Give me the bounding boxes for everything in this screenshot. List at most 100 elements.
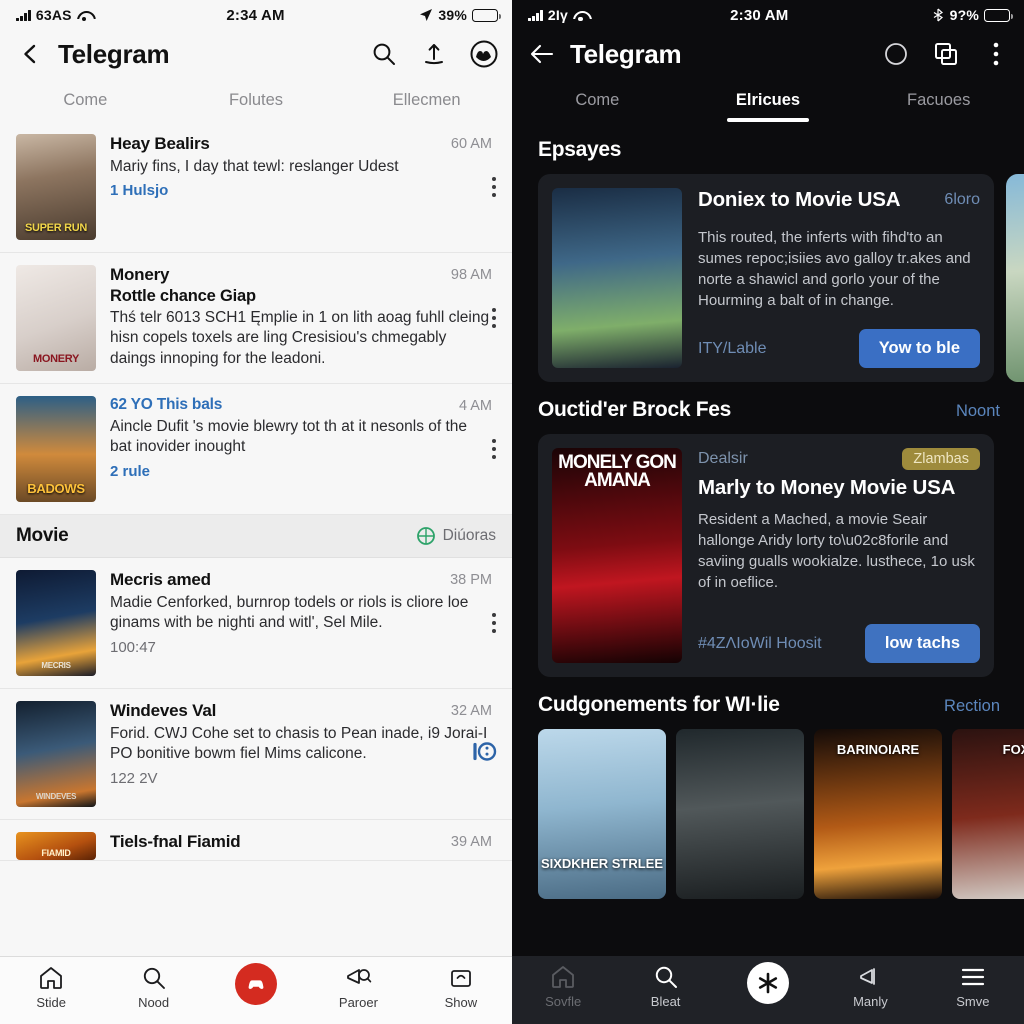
more-options-icon[interactable] bbox=[492, 308, 496, 328]
card-action-button[interactable]: Yow to ble bbox=[858, 329, 980, 368]
megaphone-icon bbox=[860, 968, 875, 985]
right-bottom-nav: Sovfle Bleat Manly Smve bbox=[512, 956, 1024, 1024]
nav-item-sovfle[interactable]: Sovfle bbox=[512, 964, 614, 1009]
card-tag[interactable]: #4ZΛIoWil Hoosit bbox=[698, 635, 822, 653]
section-title: Ouctid'er Brock Fes bbox=[538, 398, 732, 421]
circle-icon[interactable] bbox=[882, 40, 910, 68]
poster-title-text: FOX bbox=[1002, 742, 1024, 757]
section-title: Movie bbox=[16, 525, 69, 546]
card-meta-right: 6loro bbox=[944, 191, 980, 209]
left-content-list[interactable]: SUPER RUN Heay Bealirs 60 AM Mariy fins,… bbox=[0, 122, 512, 956]
poster-title-text: WINDEVES bbox=[35, 792, 77, 801]
tab-ellecmen[interactable]: Ellecmen bbox=[341, 78, 512, 122]
carrier-label: 63AS bbox=[35, 7, 72, 23]
left-bottom-nav: Stide Nood Paroer Show bbox=[0, 956, 512, 1024]
item-title: Mecris amed bbox=[110, 570, 211, 589]
battery-percent: 9?% bbox=[949, 7, 979, 23]
item-timestamp: 98 AM bbox=[450, 267, 492, 283]
poster-title-text: BADOWS bbox=[27, 481, 85, 496]
card-title: Doniex to Movie USA bbox=[698, 188, 901, 211]
status-time: 2:34 AM bbox=[226, 6, 285, 24]
list-item[interactable]: MECRIS Mecris amed 38 PM Madie Cenforked… bbox=[0, 558, 512, 689]
arrow-left-icon[interactable] bbox=[528, 40, 556, 68]
card-action-button[interactable]: low tachs bbox=[864, 624, 980, 663]
chevron-left-icon[interactable] bbox=[16, 40, 44, 68]
gamepad-fab-icon[interactable] bbox=[235, 963, 278, 1005]
card-description: This routed, the inferts with fihd'to an… bbox=[698, 228, 971, 310]
poster-title-text: MONERY bbox=[32, 353, 80, 365]
poster-card[interactable] bbox=[676, 729, 804, 899]
right-phone-screen: 2Iγ 2:30 AM 9?% Telegram Come Elricues F… bbox=[512, 0, 1024, 1024]
right-app-bar: Telegram bbox=[512, 30, 1024, 78]
more-options-icon[interactable] bbox=[492, 177, 496, 197]
nav-item-nood[interactable]: Nood bbox=[102, 965, 204, 1010]
more-options-icon[interactable] bbox=[492, 439, 496, 459]
avatar-icon[interactable] bbox=[470, 40, 498, 68]
list-item[interactable]: SUPER RUN Heay Bealirs 60 AM Mariy fins,… bbox=[0, 122, 512, 253]
item-title[interactable]: 62 YO This bals bbox=[110, 396, 451, 415]
info-badge-icon[interactable] bbox=[470, 737, 500, 772]
nav-label: Smve bbox=[956, 994, 990, 1009]
section-action[interactable]: Diúoras bbox=[443, 527, 496, 545]
dual-screenshot: 63AS 2:34 AM 39% Telegram Come Folutes E… bbox=[0, 0, 1024, 1024]
list-item[interactable]: WINDEVES Windeves Val 32 AM Forid. CWJ C… bbox=[0, 689, 512, 820]
upload-icon[interactable] bbox=[420, 40, 448, 68]
battery-icon bbox=[983, 8, 1013, 22]
item-timestamp: 4 AM bbox=[458, 398, 492, 414]
nav-item-fab[interactable] bbox=[205, 963, 307, 1009]
nav-item-stide[interactable]: Stide bbox=[0, 965, 102, 1010]
nav-item-bleat[interactable]: Bleat bbox=[614, 964, 716, 1009]
asterisk-fab-icon[interactable] bbox=[747, 962, 790, 1004]
signal-bars-icon bbox=[528, 9, 543, 21]
nav-item-fab[interactable] bbox=[717, 962, 819, 1008]
nav-label: Sovfle bbox=[545, 994, 582, 1009]
more-options-icon[interactable] bbox=[492, 613, 496, 633]
item-footer: 100:47 bbox=[110, 638, 156, 656]
page-title: Telegram bbox=[570, 38, 682, 69]
location-arrow-icon bbox=[420, 9, 433, 21]
section-title: Cudgonements for WI·lie bbox=[538, 693, 780, 716]
nav-label: Paroer bbox=[338, 995, 378, 1010]
copy-icon[interactable] bbox=[932, 40, 960, 68]
card-tag[interactable]: ITY/Lable bbox=[698, 340, 766, 358]
search-icon[interactable] bbox=[370, 40, 398, 68]
poster-card[interactable]: SIXDKHER STRLEE bbox=[538, 729, 666, 899]
section-action[interactable]: Noont bbox=[956, 402, 1000, 421]
nav-item-paroer[interactable]: Paroer bbox=[307, 965, 409, 1010]
section-action[interactable]: Rection bbox=[944, 697, 1000, 716]
item-footer: 122 2V bbox=[110, 769, 158, 787]
poster-card[interactable]: FOX bbox=[952, 729, 1024, 899]
nav-item-smve[interactable]: Smve bbox=[922, 964, 1024, 1009]
right-status-bar: 2Iγ 2:30 AM 9?% bbox=[512, 0, 1024, 30]
home-icon bbox=[552, 966, 575, 988]
item-footer[interactable]: 2 rule bbox=[110, 463, 492, 480]
list-item[interactable]: MONERY Monery 98 AM Rottle chance Giap T… bbox=[0, 253, 512, 384]
list-item[interactable]: BADOWS 62 YO This bals 4 AM Aincle Dufit… bbox=[0, 384, 512, 515]
poster-thumbnail: SUPER RUN bbox=[16, 134, 96, 240]
tab-come[interactable]: Come bbox=[0, 78, 171, 122]
list-item[interactable]: FIAMID Tiels-fnal Fiamid 39 AM bbox=[0, 820, 512, 861]
bag-icon bbox=[450, 970, 471, 987]
feed-card[interactable]: Doniex to Movie USA 6loro This routed, t… bbox=[538, 174, 994, 382]
item-footer[interactable]: 1 Hulsjo bbox=[110, 182, 492, 199]
card-eyebrow: Dealsir bbox=[698, 450, 748, 467]
poster-card[interactable]: BARINOIARE bbox=[814, 729, 942, 899]
tab-come[interactable]: Come bbox=[512, 78, 683, 122]
feed-section: Cudgonements for WI·lie Rection SIXDKHER… bbox=[512, 681, 1024, 903]
search-icon bbox=[143, 967, 165, 989]
poster-thumbnail: BADOWS bbox=[16, 396, 96, 502]
battery-percent: 39% bbox=[438, 7, 467, 23]
menu-icon bbox=[961, 968, 984, 986]
poster-thumbnail: MONERY bbox=[16, 265, 96, 371]
left-app-bar: Telegram bbox=[0, 30, 512, 78]
tab-folutes[interactable]: Folutes bbox=[171, 78, 342, 122]
feed-card[interactable]: MONELY GON AMANA Dealsir Zlambas Marly t… bbox=[538, 434, 994, 677]
tab-facuoes[interactable]: Facuoes bbox=[853, 78, 1024, 122]
nav-item-manly[interactable]: Manly bbox=[819, 964, 921, 1009]
nav-item-show[interactable]: Show bbox=[410, 965, 512, 1010]
more-vertical-icon[interactable] bbox=[982, 40, 1010, 68]
item-title: Heay Bealirs bbox=[110, 134, 210, 153]
feed-card-peek[interactable] bbox=[1006, 174, 1024, 382]
right-feed[interactable]: Epsayes Doniex to Movie USA 6loro This r… bbox=[512, 122, 1024, 956]
tab-elricues[interactable]: Elricues bbox=[683, 78, 854, 122]
